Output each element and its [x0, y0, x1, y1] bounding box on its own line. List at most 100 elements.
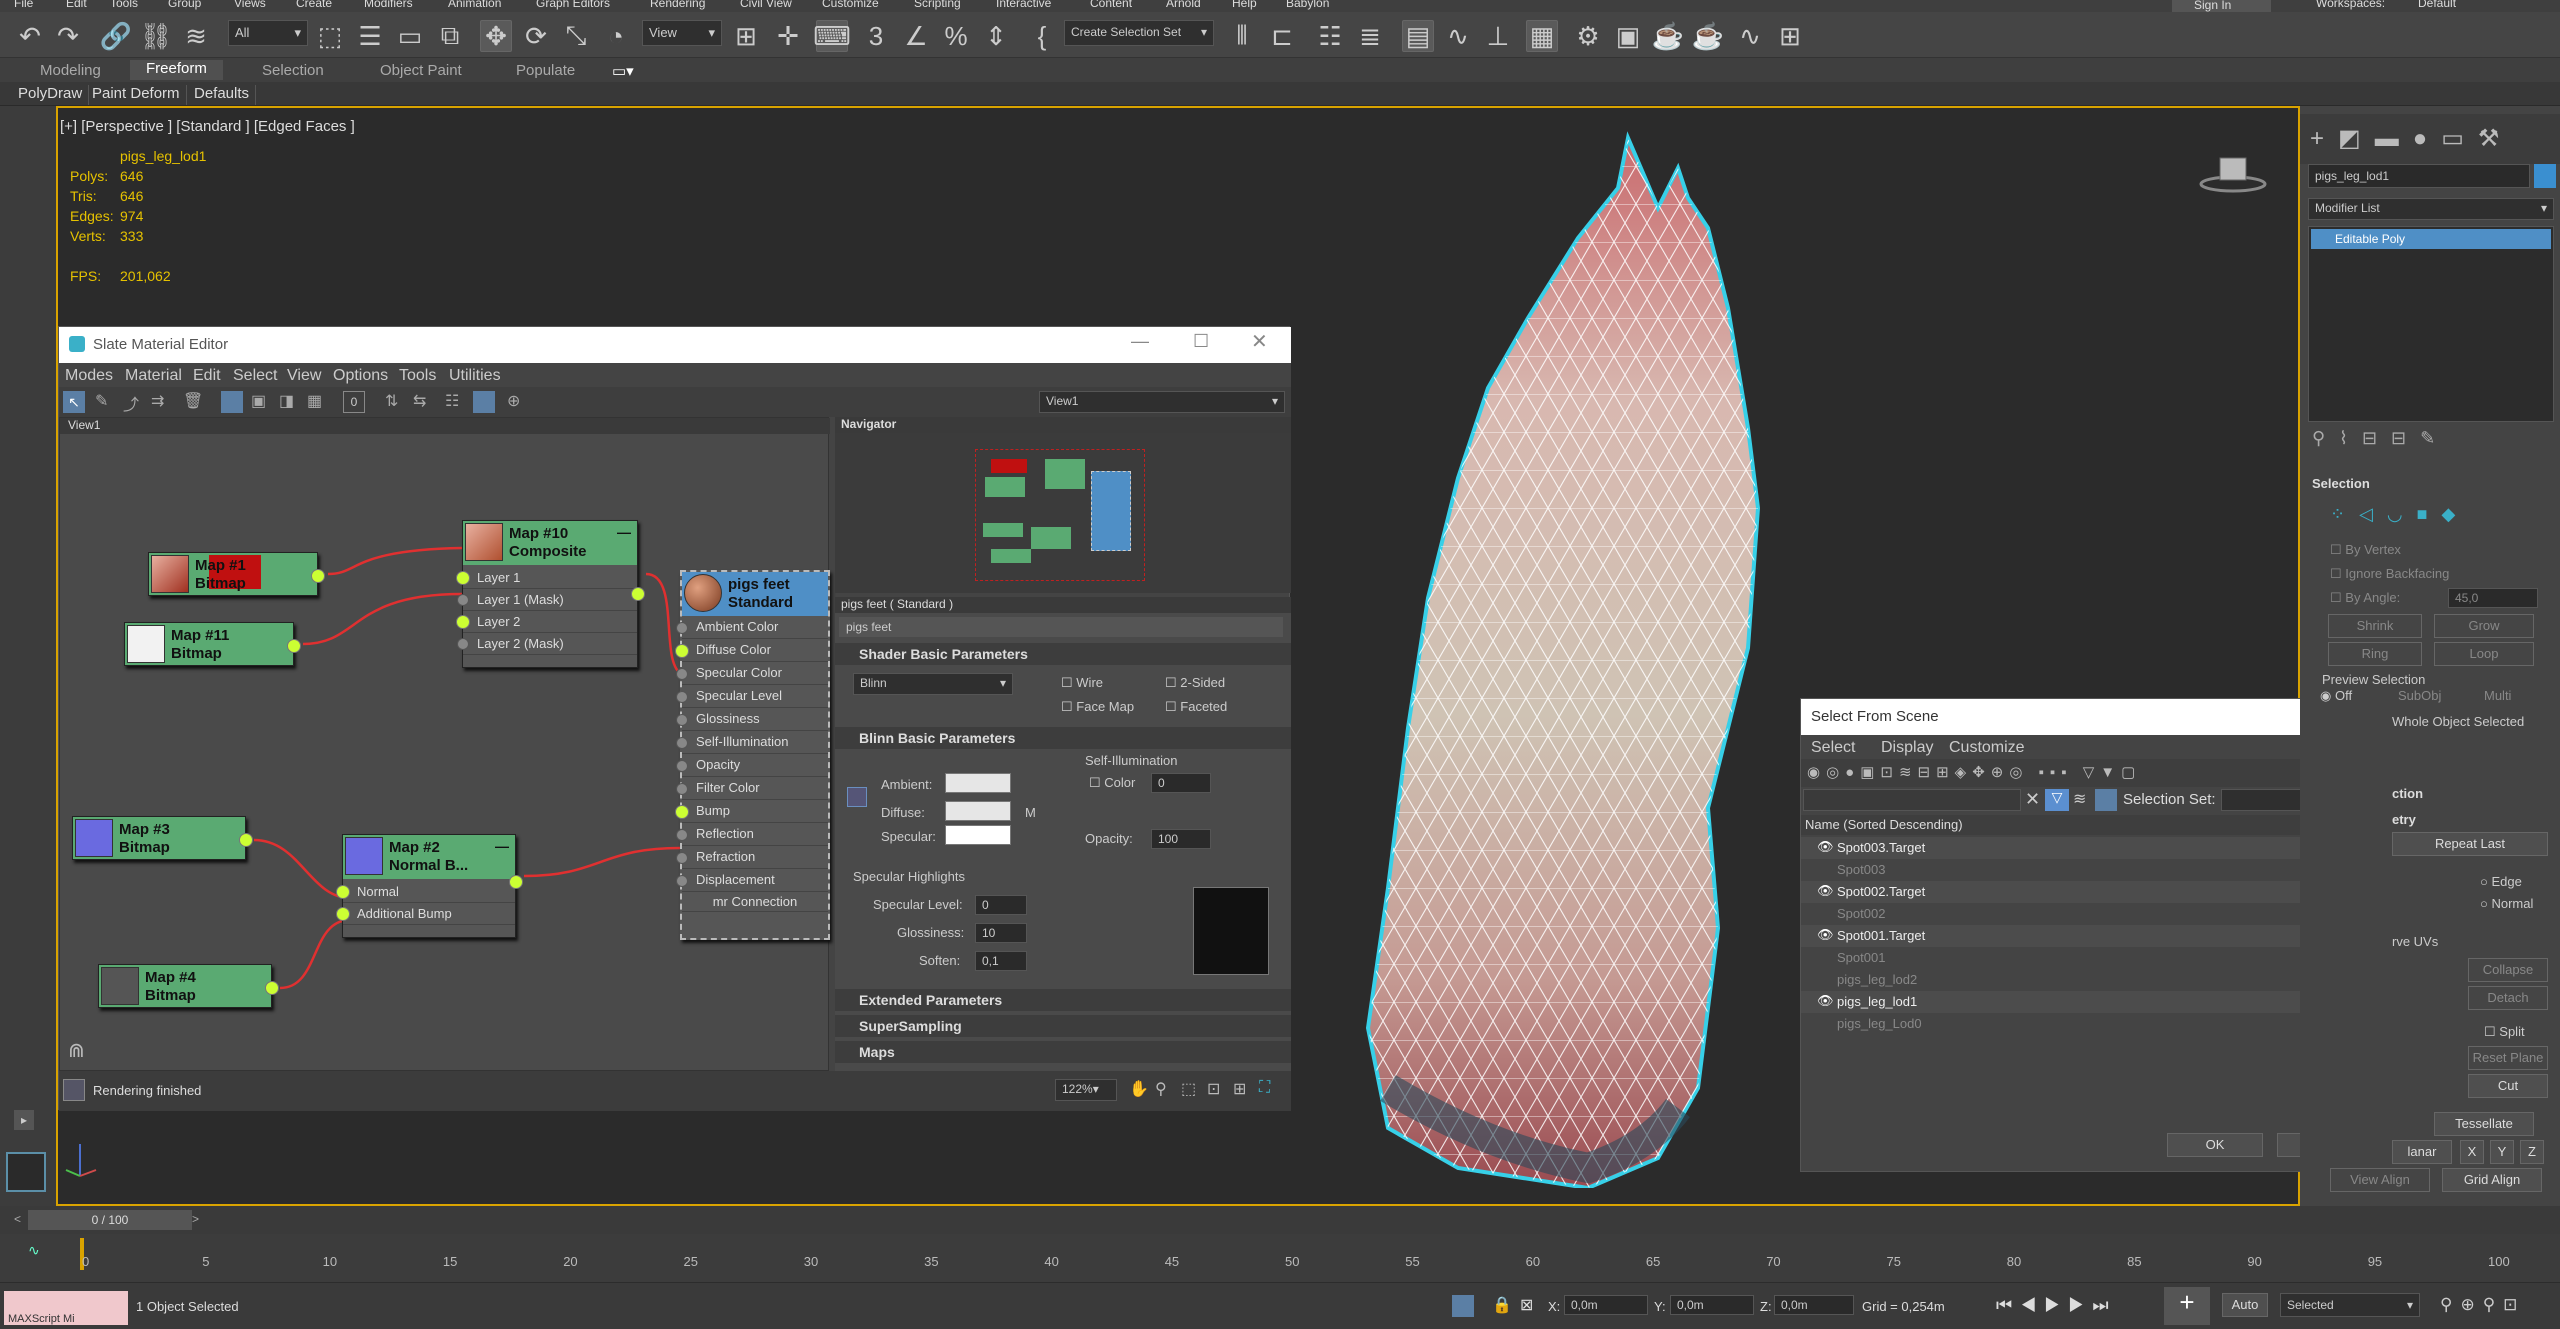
menu-tools[interactable]: Tools — [110, 0, 138, 10]
map2-input-socket[interactable] — [336, 885, 350, 899]
select-object-icon[interactable]: ⬚ — [314, 20, 346, 52]
material-slot[interactable]: Ambient Color — [682, 616, 828, 639]
planar-y-button[interactable]: Y — [2490, 1140, 2514, 1164]
map10-slot[interactable]: Layer 2 (Mask) — [463, 633, 637, 655]
expand-arrow-icon[interactable]: ▸ — [14, 1110, 34, 1130]
material-input-socket[interactable] — [676, 760, 688, 772]
curve-editor-mini-icon[interactable]: ∿ — [28, 1242, 40, 1259]
menu-rendering[interactable]: Rendering — [650, 0, 705, 10]
reset-plane-button[interactable]: Reset Plane — [2468, 1046, 2548, 1070]
menu-babylon[interactable]: Babylon — [1286, 0, 1329, 10]
face-map-checkbox[interactable]: ☐ Face Map — [1061, 699, 1134, 715]
zoom-icon[interactable]: ⚲ — [1155, 1079, 1167, 1099]
material-input-socket[interactable] — [676, 737, 688, 749]
render-iterative-icon[interactable]: ☕ — [1692, 20, 1724, 52]
map10-slot[interactable]: Layer 2 — [463, 611, 637, 633]
material-input-socket[interactable] — [676, 691, 688, 703]
maximize-icon[interactable]: ☐ — [1193, 331, 1209, 352]
preview-multi-radio[interactable]: Multi — [2484, 688, 2511, 703]
sfs-menu-customize[interactable]: Customize — [1949, 739, 2025, 757]
ribbon-tab-object-paint[interactable]: Object Paint — [380, 62, 462, 79]
schematic-view-icon[interactable]: ⊥ — [1482, 20, 1514, 52]
viewport-label[interactable]: [+] [Perspective ] [Standard ] [Edged Fa… — [60, 118, 355, 135]
mirror-icon[interactable]: ⫴ — [1226, 20, 1258, 52]
filter-icon[interactable]: ▽ — [2045, 789, 2069, 811]
material-slot[interactable]: Specular Level — [682, 685, 828, 708]
material-name-input[interactable]: pigs feet — [839, 617, 1283, 637]
two-sided-checkbox[interactable]: ☐ 2-Sided — [1165, 675, 1225, 691]
keyboard-shortcut-icon[interactable]: ⌨ — [813, 20, 851, 52]
map2-slot[interactable]: Normal — [343, 881, 515, 903]
constraint-edge-radio[interactable]: ○ Edge — [2480, 874, 2522, 889]
preview-off-radio[interactable]: ◉ Off — [2320, 688, 2352, 704]
modifier-list-dropdown[interactable]: Modifier List ▾ — [2308, 198, 2554, 220]
ignore-backfacing-checkbox[interactable]: ☐ Ignore Backfacing — [2330, 566, 2449, 582]
sfs-search-input[interactable] — [1803, 789, 2021, 811]
specular-swatch[interactable] — [945, 825, 1011, 845]
show-background-icon[interactable]: ▦ — [307, 391, 322, 411]
pick-material-icon[interactable]: ✎ — [95, 391, 108, 411]
ribbon-tab-modeling[interactable]: Modeling — [40, 62, 101, 79]
menu-views[interactable]: Views — [234, 0, 266, 10]
viewcube-icon[interactable] — [2198, 154, 2268, 194]
faceted-checkbox[interactable]: ☐ Faceted — [1165, 699, 1227, 715]
subobject-level-icons[interactable]: ⁘◁◡■◆ — [2330, 504, 2550, 528]
pan-hand-icon[interactable]: ⋒ — [68, 1038, 85, 1063]
navigator-panel[interactable] — [835, 433, 1291, 593]
ribbon-panel-defaults[interactable]: Defaults — [188, 85, 257, 105]
soften-spinner[interactable]: 0,1 — [975, 951, 1027, 971]
menu-scripting[interactable]: Scripting — [914, 0, 961, 10]
map2-slot[interactable]: Additional Bump — [343, 903, 515, 925]
node-map10-composite[interactable]: Map #10 Composite — Layer 1 Layer 1 (Mas… — [456, 520, 645, 668]
sme-menu-utilities[interactable]: Utilities — [449, 367, 501, 385]
visibility-eye-icon[interactable]: 👁 — [1817, 883, 1834, 899]
map3-output-socket[interactable] — [239, 833, 253, 847]
repeat-last-button[interactable]: Repeat Last — [2392, 832, 2548, 856]
menu-group[interactable]: Group — [168, 0, 201, 10]
material-input-socket[interactable] — [676, 783, 688, 795]
material-slot[interactable]: Glossiness — [682, 708, 828, 731]
place-icon[interactable]: ◔ — [600, 20, 632, 52]
viewport-nav-icons[interactable]: ⚲⊕⚲⊡ — [2440, 1295, 2525, 1315]
sfs-menu-display[interactable]: Display — [1881, 739, 1933, 757]
loop-button[interactable]: Loop — [2434, 642, 2534, 666]
lock-selection-icon[interactable]: 🔒 — [1492, 1295, 1512, 1315]
object-color-swatch[interactable] — [2534, 164, 2556, 188]
menu-animation[interactable]: Animation — [448, 0, 501, 10]
material-slot[interactable]: Opacity — [682, 754, 828, 777]
stack-item-editable-poly[interactable]: Editable Poly — [2311, 229, 2551, 249]
node-view[interactable]: View1 Map #1 Bitmap Map #11 Bitmap Map #… — [59, 417, 830, 1071]
edit-geometry-rollout[interactable]: etry — [2392, 812, 2416, 827]
sme-menu-select[interactable]: Select — [233, 367, 277, 385]
rollout-shader-basic[interactable]: Shader Basic Parameters — [835, 643, 1291, 665]
reference-coord-dropdown[interactable]: View ▾ — [642, 20, 722, 46]
sme-menu-edit[interactable]: Edit — [193, 367, 221, 385]
angle-spinner[interactable]: 45,0 — [2448, 588, 2538, 608]
material-id-icon[interactable]: 0 — [343, 391, 365, 413]
node-map1[interactable]: Map #1 Bitmap — [148, 552, 325, 596]
sme-titlebar[interactable]: Slate Material Editor — ☐ ✕ — [59, 327, 1291, 363]
selection-rollout[interactable]: Selection — [2312, 476, 2370, 491]
material-editor-icon[interactable]: ▦ — [1526, 20, 1558, 52]
zoom-selected-icon[interactable]: ⊞ — [1233, 1079, 1246, 1099]
command-panel-tabs[interactable]: +◩▬●▭⚒ — [2300, 114, 2560, 164]
material-slot[interactable]: Refraction — [682, 846, 828, 869]
menu-customize[interactable]: Customize — [822, 0, 879, 10]
maximize-view-icon[interactable]: ⛶ — [1259, 1079, 1270, 1097]
sign-in-dropdown[interactable]: Sign In — [2172, 0, 2272, 12]
ring-button[interactable]: Ring — [2328, 642, 2422, 666]
x-coordinate-input[interactable]: 0,0m — [1564, 1295, 1648, 1315]
parameter-editor-icon[interactable] — [473, 391, 495, 413]
node-pigs-feet-material[interactable]: pigs feet Standard Ambient Color Diffuse… — [675, 570, 830, 940]
material-slot[interactable]: Filter Color — [682, 777, 828, 800]
material-slot[interactable]: Diffuse Color — [682, 639, 828, 662]
menu-interactive[interactable]: Interactive — [996, 0, 1051, 10]
lock-ambient-diffuse-icon[interactable] — [847, 787, 867, 807]
menu-modifiers[interactable]: Modifiers — [364, 0, 413, 10]
map1-output-socket[interactable] — [311, 569, 325, 583]
layout-children-icon[interactable]: ⇆ — [413, 391, 426, 411]
ribbon-options-icon[interactable]: ▭▾ — [612, 62, 634, 80]
planar-z-button[interactable]: Z — [2520, 1140, 2544, 1164]
menu-file[interactable]: File — [14, 0, 33, 10]
by-vertex-checkbox[interactable]: ☐ By Vertex — [2330, 542, 2401, 558]
